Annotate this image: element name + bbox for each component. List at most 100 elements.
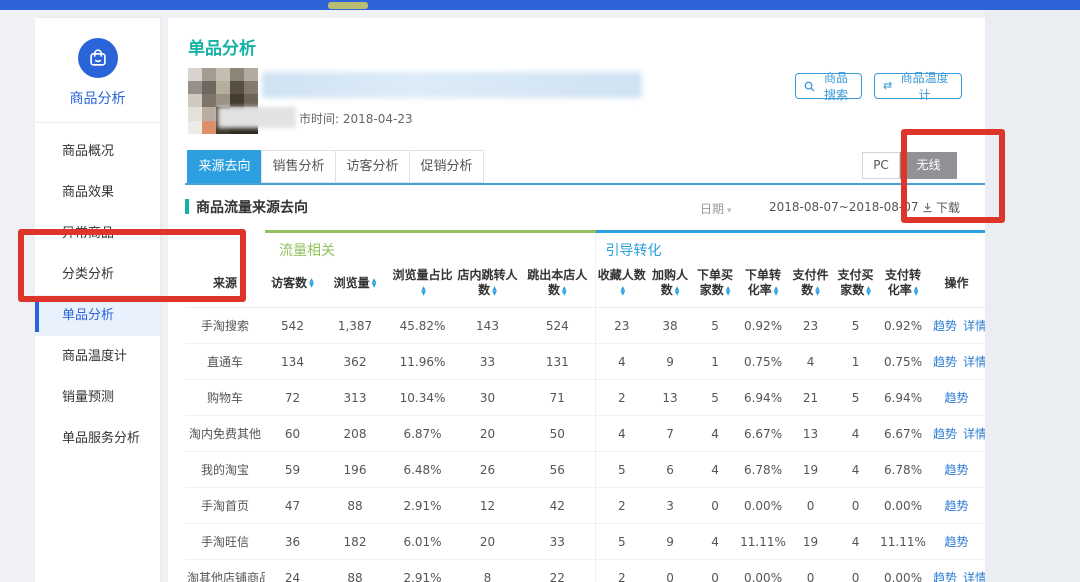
trend-link[interactable]: 趋势	[945, 391, 969, 405]
trend-link[interactable]: 趋势	[945, 499, 969, 513]
sort-icon[interactable]: ▲▼	[914, 286, 919, 296]
value-cell: 182	[320, 524, 390, 560]
actions-cell: 趋势详情	[928, 560, 985, 582]
tab-item[interactable]: 促销分析	[409, 150, 484, 183]
value-cell: 0	[692, 560, 738, 582]
value-cell: 6.67%	[738, 416, 788, 452]
column-label: 收藏人数	[598, 268, 646, 282]
trend-link[interactable]: 趋势	[933, 355, 957, 369]
table-column-header-row: 来源访客数▲▼浏览量▲▼浏览量占比▲▼店内跳转人数▲▼跳出本店人数▲▼收藏人数▲…	[185, 260, 985, 308]
value-cell: 6.01%	[390, 524, 455, 560]
value-cell: 1,387	[320, 308, 390, 344]
value-cell: 24	[265, 560, 320, 582]
tab-underline	[185, 183, 985, 185]
value-cell: 542	[265, 308, 320, 344]
value-cell: 88	[320, 488, 390, 524]
value-cell: 33	[520, 524, 595, 560]
value-cell: 5	[595, 452, 648, 488]
sort-icon[interactable]: ▲▼	[815, 286, 820, 296]
download-button[interactable]: 下载	[922, 199, 960, 216]
value-cell: 60	[265, 416, 320, 452]
detail-link[interactable]: 详情	[963, 571, 985, 582]
toggle-pc[interactable]: PC	[862, 152, 900, 179]
value-cell: 26	[455, 452, 520, 488]
sort-icon[interactable]: ▲▼	[774, 286, 779, 296]
sidebar-item-link[interactable]: 分类分析	[35, 254, 160, 295]
trend-link[interactable]: 趋势	[945, 463, 969, 477]
top-bar-notch	[328, 2, 368, 9]
sidebar-item-link[interactable]: 单品服务分析	[35, 418, 160, 459]
sort-icon[interactable]: ▲▼	[620, 286, 625, 296]
product-search-button[interactable]: 商品搜索	[795, 73, 862, 99]
product-thermometer-button[interactable]: ⇄ 商品温度计	[874, 73, 962, 99]
sort-icon[interactable]: ▲▼	[675, 286, 680, 296]
column-header[interactable]: 下单转化率▲▼	[738, 260, 788, 308]
actions-cell: 趋势详情	[928, 308, 985, 344]
column-label: 跳出本店人数	[527, 268, 587, 297]
sort-icon[interactable]: ▲▼	[492, 286, 497, 296]
value-cell: 131	[520, 344, 595, 380]
value-cell: 20	[455, 416, 520, 452]
sort-icon[interactable]: ▲▼	[372, 278, 377, 288]
table-row: 手淘旺信361826.01%203359411.11%19411.11%趋势	[185, 524, 985, 560]
detail-link[interactable]: 详情	[963, 319, 985, 333]
device-toggle: PC 无线	[862, 152, 957, 179]
column-label: 加购人数	[652, 268, 688, 297]
detail-link[interactable]: 详情	[963, 427, 985, 441]
column-header[interactable]: 店内跳转人数▲▼	[455, 260, 520, 308]
column-header[interactable]: 加购人数▲▼	[648, 260, 692, 308]
group-traffic: 流量相关	[265, 232, 595, 260]
sort-icon[interactable]: ▲▼	[726, 286, 731, 296]
download-label: 下载	[936, 199, 960, 216]
trend-link[interactable]: 趋势	[933, 571, 957, 582]
trend-link[interactable]: 趋势	[933, 427, 957, 441]
sidebar-item-link[interactable]: 商品温度计	[35, 336, 160, 377]
tab-item[interactable]: 访客分析	[335, 150, 410, 183]
sort-icon[interactable]: ▲▼	[866, 286, 871, 296]
column-header[interactable]: 跳出本店人数▲▼	[520, 260, 595, 308]
download-icon	[922, 202, 933, 213]
sidebar-item-link[interactable]: 异常商品	[35, 213, 160, 254]
value-cell: 50	[520, 416, 595, 452]
tab-active[interactable]: 来源去向	[187, 150, 262, 183]
column-header[interactable]: 收藏人数 ▲▼	[595, 260, 648, 308]
trend-link[interactable]: 趋势	[945, 535, 969, 549]
column-header[interactable]: 访客数▲▼	[265, 260, 320, 308]
sidebar-item-active[interactable]: 单品分析	[35, 295, 160, 336]
toggle-wireless[interactable]: 无线	[900, 152, 957, 179]
value-cell: 11.11%	[738, 524, 788, 560]
value-cell: 0	[788, 560, 833, 582]
column-label: 店内跳转人数	[457, 268, 517, 297]
sidebar-item-link[interactable]: 商品效果	[35, 172, 160, 213]
sidebar: 商品分析 商品概况商品效果异常商品分类分析单品分析商品温度计销量预测单品服务分析	[35, 18, 160, 582]
actions-cell: 趋势	[928, 488, 985, 524]
value-cell: 0.92%	[878, 308, 928, 344]
value-cell: 42	[520, 488, 595, 524]
value-cell: 56	[520, 452, 595, 488]
value-cell: 5	[692, 380, 738, 416]
sort-icon[interactable]: ▲▼	[562, 286, 567, 296]
tab-item[interactable]: 销售分析	[261, 150, 336, 183]
column-header[interactable]: 支付件数▲▼	[788, 260, 833, 308]
column-header[interactable]: 浏览量占比▲▼	[390, 260, 455, 308]
column-header[interactable]: 下单买家数▲▼	[692, 260, 738, 308]
detail-link[interactable]: 详情	[963, 355, 985, 369]
value-cell: 5	[692, 308, 738, 344]
sort-icon[interactable]: ▲▼	[309, 278, 314, 288]
column-header[interactable]: 浏览量▲▼	[320, 260, 390, 308]
value-cell: 13	[788, 416, 833, 452]
date-filter-dropdown[interactable]: 日期▾	[700, 200, 732, 217]
value-cell: 30	[455, 380, 520, 416]
value-cell: 1	[692, 344, 738, 380]
column-header[interactable]: 支付转化率▲▼	[878, 260, 928, 308]
column-label: 支付件数	[793, 268, 829, 297]
sort-icon[interactable]: ▲▼	[421, 286, 426, 296]
value-cell: 2	[595, 560, 648, 582]
column-header[interactable]: 支付买家数▲▼	[833, 260, 878, 308]
sidebar-item-link[interactable]: 销量预测	[35, 377, 160, 418]
value-cell: 4	[595, 344, 648, 380]
page-title: 单品分析	[188, 34, 256, 59]
sidebar-item-link[interactable]: 商品概况	[35, 131, 160, 172]
page-background	[985, 10, 1080, 582]
trend-link[interactable]: 趋势	[933, 319, 957, 333]
